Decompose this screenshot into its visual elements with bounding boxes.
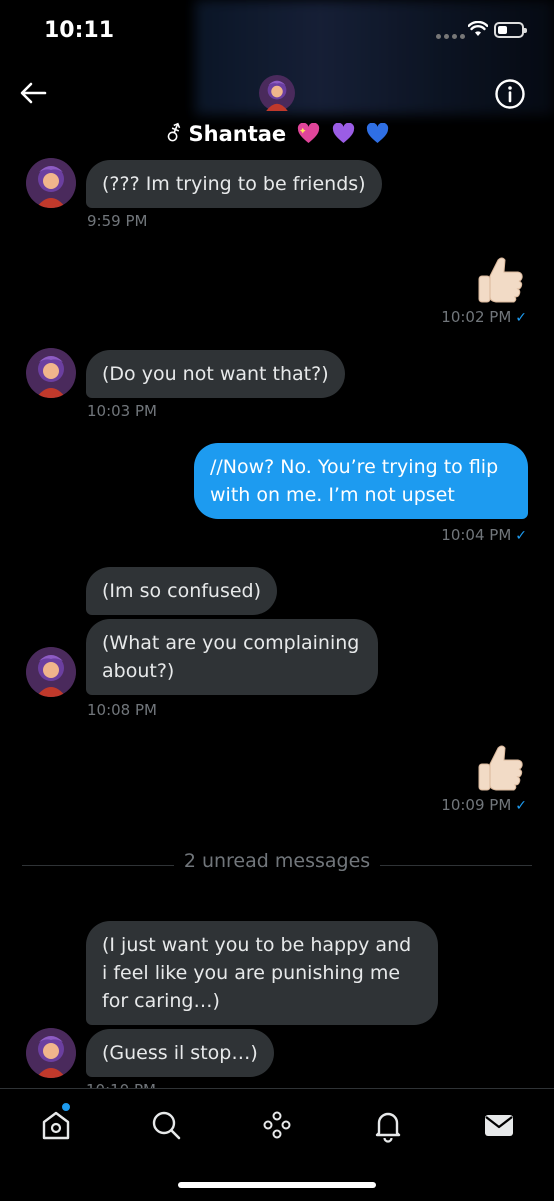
contact-avatar[interactable] [26,158,76,208]
contact-avatar[interactable] [26,647,76,697]
message-timestamp: 9:59 PM [87,212,148,230]
search-icon[interactable] [148,1107,184,1143]
thumbs-up-icon[interactable] [474,740,526,792]
back-arrow-icon[interactable] [18,80,48,110]
received-message-bubble[interactable]: (I just want you to be happy and i feel … [86,921,438,1025]
message-timestamp: 10:02 PM ✓ [441,308,527,326]
sent-message-bubble[interactable]: //Now? No. You’re trying to flip with on… [194,443,528,519]
header-avatar[interactable] [259,75,295,111]
purple-heart-icon [332,123,354,144]
cellular-signal-icon [436,34,465,39]
contact-avatar[interactable] [26,348,76,398]
sparkling-heart-icon [298,123,320,144]
spaces-icon[interactable] [259,1107,295,1143]
conversation-title[interactable]: ⚦ Shantae [0,122,554,146]
message-timestamp: 10:08 PM [87,701,157,719]
message-timestamp: 10:09 PM ✓ [441,796,527,814]
read-check-icon: ✓ [515,798,527,814]
blue-heart-icon [367,123,389,144]
notification-dot [60,1101,72,1113]
received-message-bubble[interactable]: (??? Im trying to be friends) [86,160,382,208]
thumbs-up-icon[interactable] [474,252,526,304]
received-message-bubble[interactable]: (What are you complaining about?) [86,619,378,695]
message-timestamp: 10:03 PM [87,402,157,420]
received-message-bubble[interactable]: (Do you not want that?) [86,350,345,398]
unread-messages-divider: 2 unread messages [183,850,371,872]
gender-symbol: ⚦ [164,122,183,146]
battery-icon [494,22,527,38]
read-check-icon: ✓ [515,310,527,326]
read-check-icon: ✓ [515,528,527,544]
message-timestamp: 10:04 PM ✓ [441,526,527,544]
contact-name: Shantae [188,122,287,146]
wifi-icon [467,20,489,41]
home-indicator [178,1182,376,1188]
notifications-bell-icon[interactable] [370,1107,406,1143]
messages-envelope-icon[interactable] [481,1107,517,1143]
status-time: 10:11 [44,18,115,43]
contact-avatar[interactable] [26,1028,76,1078]
received-message-bubble[interactable]: (Im so confused) [86,567,278,615]
info-icon[interactable] [494,78,526,114]
received-message-bubble[interactable]: (Guess il stop…) [86,1029,274,1077]
